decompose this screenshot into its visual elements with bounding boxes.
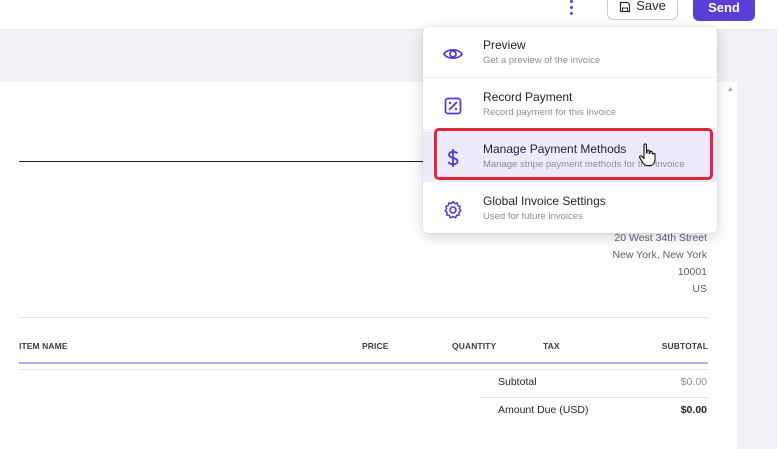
menu-item-subtitle: Used for future invoices — [483, 211, 583, 222]
address-line: New York, New York — [612, 249, 707, 261]
menu-item-title: Global Invoice Settings — [483, 194, 606, 208]
menu-item-subtitle: Get a preview of the invoice — [483, 55, 601, 66]
save-label: Save — [636, 0, 666, 13]
menu-item-preview[interactable]: Preview Get a preview of the invoice — [423, 27, 717, 78]
more-options-icon[interactable] — [561, 0, 581, 16]
subtotal-value: $0.00 — [680, 376, 707, 388]
floppy-disk-icon — [620, 1, 631, 13]
send-label: Send — [708, 0, 740, 15]
top-toolbar: Save Send — [0, 0, 777, 30]
column-subtotal: SUBTOTAL — [661, 341, 708, 351]
totals-divider — [480, 397, 708, 398]
save-button[interactable]: Save — [607, 0, 678, 20]
gear-icon — [444, 200, 462, 219]
eye-icon — [442, 48, 464, 60]
column-quantity: QUANTITY — [452, 341, 497, 351]
section-divider — [19, 317, 708, 318]
menu-item-title: Preview — [483, 38, 526, 52]
line-items-header: ITEM NAME PRICE QUANTITY TAX SUBTOTAL — [19, 341, 708, 353]
address-line: 10001 — [677, 266, 707, 278]
highlight-box — [434, 128, 713, 180]
column-price: PRICE — [362, 341, 389, 351]
send-button[interactable]: Send — [693, 0, 755, 21]
column-tax: TAX — [543, 341, 560, 351]
scroll-up-icon[interactable]: ▲ — [727, 86, 734, 93]
subtotal-label: Subtotal — [498, 376, 537, 388]
amount-due-value: $0.00 — [680, 404, 707, 416]
header-underline — [19, 362, 708, 364]
amount-due-label: Amount Due (USD) — [498, 404, 589, 416]
client-address: 20 West 34th Street New York, New York 1… — [612, 230, 707, 298]
menu-item-subtitle: Record payment for this invoice — [483, 107, 617, 118]
menu-item-record-payment[interactable]: Record Payment Record payment for this i… — [423, 79, 717, 130]
signature-line — [19, 161, 423, 162]
menu-item-global-invoice-settings[interactable]: Global Invoice Settings Used for future … — [423, 183, 717, 234]
address-line: US — [692, 283, 707, 295]
percent-square-icon — [444, 97, 462, 115]
menu-item-title: Record Payment — [483, 90, 573, 104]
column-item-name: ITEM NAME — [19, 341, 68, 351]
hand-pointer-icon — [639, 143, 656, 167]
items-divider — [19, 369, 708, 370]
